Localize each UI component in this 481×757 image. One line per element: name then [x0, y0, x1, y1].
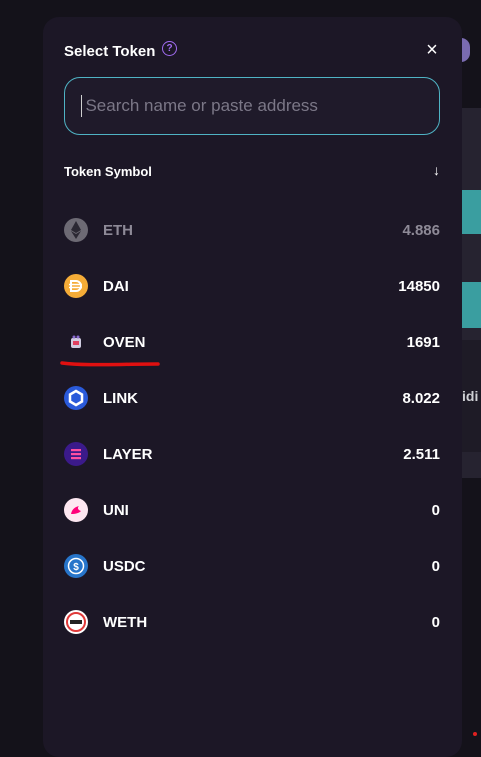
token-balance: 8.022	[402, 390, 440, 407]
token-balance: 0	[431, 558, 440, 575]
token-symbol: LAYER	[103, 446, 153, 463]
token-symbol: OVEN	[103, 334, 146, 351]
token-row-layer[interactable]: LAYER 2.511	[64, 435, 440, 475]
help-icon[interactable]: ?	[162, 41, 177, 56]
token-balance: 1691	[406, 334, 440, 351]
token-symbol: ETH	[103, 222, 133, 239]
token-balance: 14850	[398, 278, 440, 295]
token-symbol: USDC	[103, 558, 146, 575]
token-row-link[interactable]: LINK 8.022	[64, 379, 440, 419]
text-caret	[81, 95, 83, 117]
token-row-eth[interactable]: ETH 4.886	[64, 211, 440, 251]
modal-title: Select Token	[64, 43, 156, 60]
chainlink-icon	[64, 386, 88, 410]
token-row-usdc[interactable]: $ USDC 0	[64, 547, 440, 587]
dai-icon	[64, 274, 88, 298]
token-balance: 2.511	[403, 446, 440, 463]
annotation-dot	[473, 732, 477, 736]
column-header-token-symbol: Token Symbol	[64, 164, 152, 179]
weth-icon	[64, 610, 88, 634]
annotation-underline	[60, 361, 160, 367]
token-symbol: LINK	[103, 390, 138, 407]
token-symbol: WETH	[103, 614, 148, 631]
token-symbol: DAI	[103, 278, 129, 295]
uniswap-icon	[64, 498, 88, 522]
token-list-header: Token Symbol ↓	[64, 162, 440, 182]
select-token-modal: Select Token ? × Token Symbol ↓ ETH 4.88…	[43, 17, 462, 757]
token-balance: 0	[431, 502, 440, 519]
token-symbol: UNI	[103, 502, 129, 519]
token-row-dai[interactable]: DAI 14850	[64, 267, 440, 307]
close-icon[interactable]: ×	[423, 40, 441, 60]
token-balance: 4.886	[402, 222, 440, 239]
token-balance: 0	[431, 614, 440, 631]
token-row-weth[interactable]: WETH 0	[64, 603, 440, 643]
search-box[interactable]	[64, 77, 440, 135]
svg-text:$: $	[73, 562, 79, 573]
token-row-uni[interactable]: UNI 0	[64, 491, 440, 531]
background-text: idi	[462, 388, 479, 404]
usdc-icon: $	[64, 554, 88, 578]
search-input[interactable]	[83, 95, 439, 117]
sort-arrow-icon[interactable]: ↓	[433, 162, 440, 178]
layer-icon	[64, 442, 88, 466]
oven-icon	[64, 330, 88, 354]
ethereum-icon	[64, 218, 88, 242]
